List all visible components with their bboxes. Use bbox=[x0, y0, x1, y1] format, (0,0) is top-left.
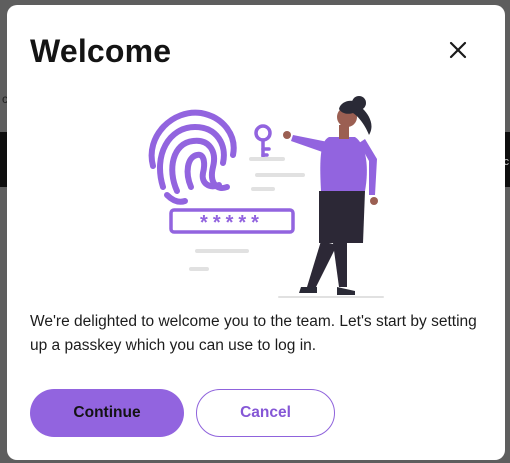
passkey-illustration: ***** bbox=[148, 96, 384, 298]
welcome-message: We're delighted to welcome you to the te… bbox=[30, 313, 477, 354]
close-button[interactable] bbox=[441, 33, 475, 67]
close-icon bbox=[449, 41, 467, 59]
woman-figure bbox=[283, 96, 378, 295]
welcome-dialog: Welcome ***** We're delighted to welcome… bbox=[7, 5, 505, 460]
dialog-title: Welcome bbox=[30, 33, 172, 69]
key-icon bbox=[254, 124, 272, 160]
continue-button[interactable]: Continue bbox=[30, 389, 184, 437]
cancel-button[interactable]: Cancel bbox=[196, 389, 335, 437]
password-mask: ***** bbox=[200, 212, 264, 234]
fingerprint-icon bbox=[148, 109, 237, 205]
